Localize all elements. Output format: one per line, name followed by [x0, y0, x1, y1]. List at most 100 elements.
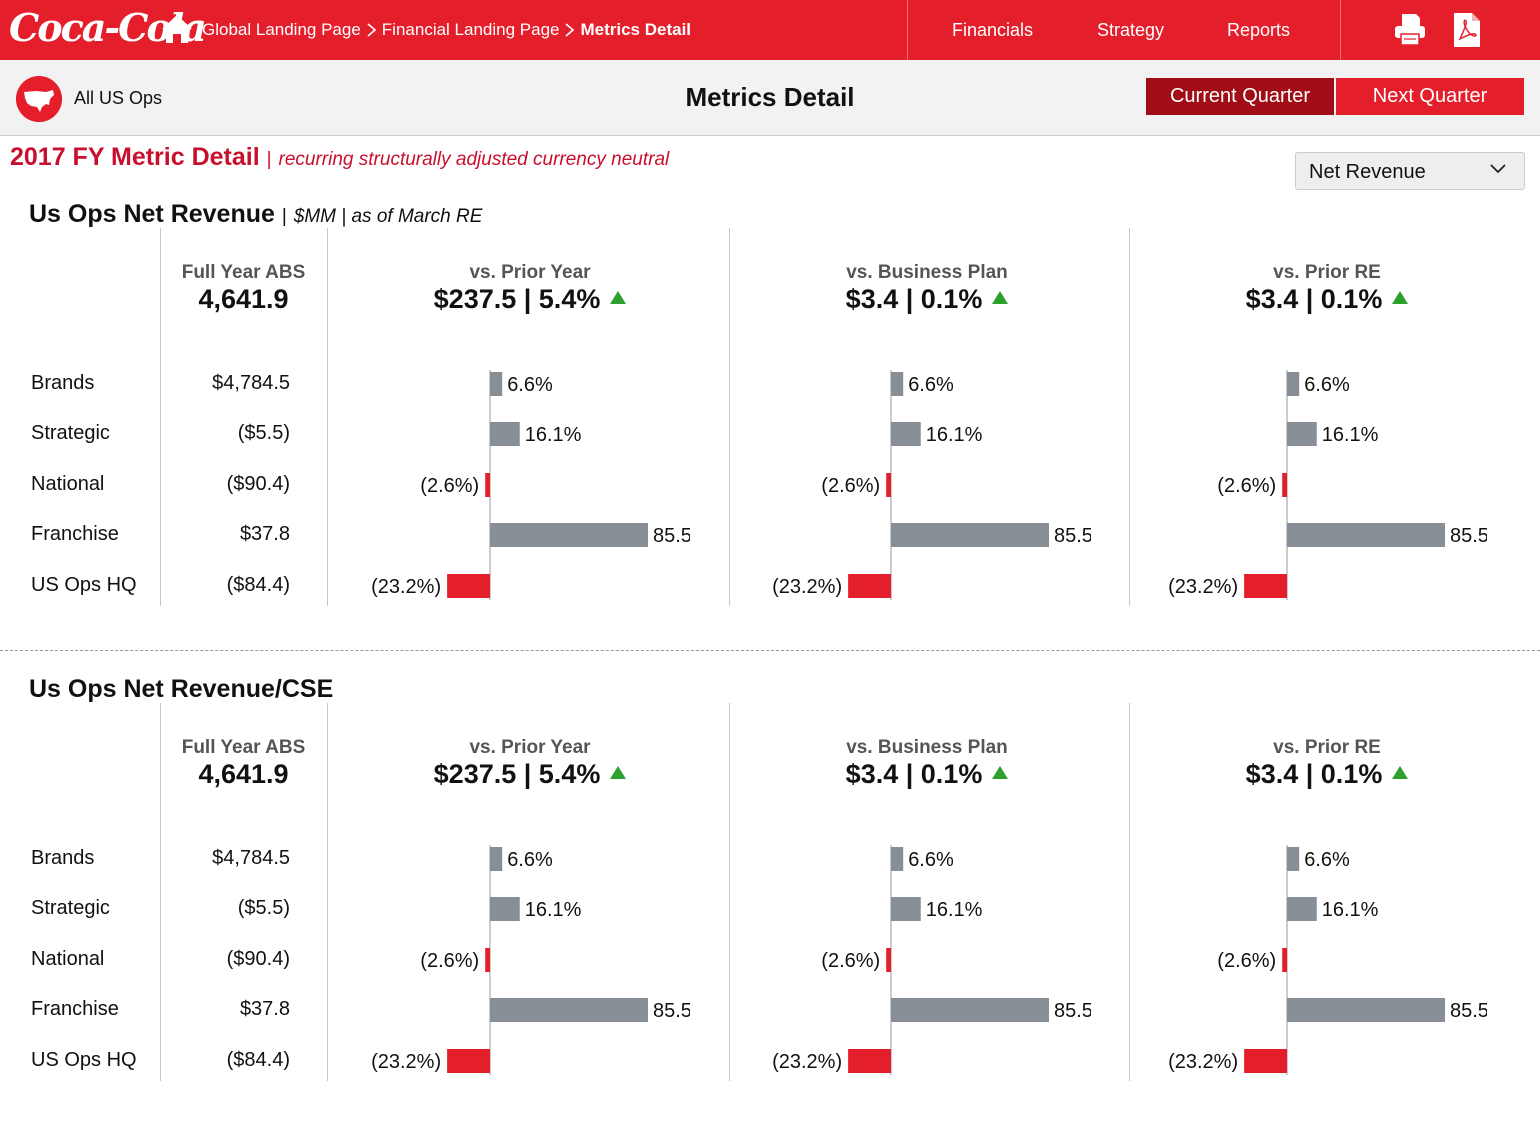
row-label: National	[31, 948, 105, 970]
metric-select-value: Net Revenue	[1309, 161, 1426, 183]
chart-data-label: (2.6%)	[420, 950, 479, 972]
chart-data-label: (23.2%)	[1168, 576, 1238, 598]
breadcrumb-financial-landing[interactable]: Financial Landing Page	[382, 0, 560, 60]
breadcrumb-metrics-detail: Metrics Detail	[580, 20, 692, 39]
chart-data-label: 85.5%	[1450, 525, 1487, 547]
chart-data-label: (23.2%)	[772, 1051, 842, 1073]
chart-data-label: (23.2%)	[772, 576, 842, 598]
row-value: ($5.5)	[237, 897, 290, 919]
home-icon[interactable]	[160, 12, 194, 46]
chart-bar-us-ops-hq	[848, 574, 891, 598]
panel-subtitle: $MM | as of March RE	[293, 206, 483, 227]
comparison-value: $3.4 | 0.1%	[777, 759, 1077, 790]
panel-title: Us Ops Net Revenue/CSE	[29, 675, 333, 704]
variance-bar-chart: 6.6% 16.1% (2.6%) 85.5% (23.2%)	[1168, 845, 1487, 1075]
chart-bar-brands	[891, 372, 904, 396]
trend-up-icon	[610, 291, 627, 304]
chart-bar-brands	[1287, 372, 1300, 396]
print-icon[interactable]	[1392, 12, 1428, 48]
comparison-value-text: $237.5 | 5.4%	[433, 284, 601, 314]
chart-bar-us-ops-hq	[848, 1049, 891, 1073]
row-label: Brands	[31, 372, 95, 394]
section-heading: 2017 FY Metric Detail | recurring struct…	[10, 143, 669, 172]
section-subtitle: recurring structurally adjusted currency…	[278, 149, 670, 170]
chart-data-label: 16.1%	[525, 899, 582, 921]
variance-bar-chart: 6.6% 16.1% (2.6%) 85.5% (23.2%)	[772, 845, 1091, 1075]
panel-title-text: Us Ops Net Revenue/CSE	[29, 675, 334, 703]
comparison-header: vs. Prior Year	[469, 737, 591, 758]
chart-bar-national	[485, 473, 490, 497]
chart-bar-brands	[1287, 847, 1300, 871]
chevron-down-icon	[1490, 164, 1506, 174]
chart-bar-us-ops-hq	[447, 1049, 490, 1073]
comparison-header: vs. Prior RE	[1273, 262, 1381, 283]
abs-header: Full Year ABS	[181, 262, 306, 283]
comparison-value-text: $3.4 | 0.1%	[1245, 759, 1383, 789]
chart-data-label: 85.5%	[653, 525, 690, 547]
section-separator: |	[266, 149, 272, 170]
chart-data-label: 16.1%	[1322, 424, 1379, 446]
top-nav-bar: Coca-Cola Global Landing Page Financial …	[0, 0, 1540, 60]
chart-bar-us-ops-hq	[447, 574, 490, 598]
chart-bar-us-ops-hq	[1244, 1049, 1287, 1073]
trend-up-icon	[1392, 291, 1409, 304]
chart-data-label: (23.2%)	[371, 1051, 441, 1073]
chart-bar-franchise	[1287, 998, 1445, 1022]
chart-data-label: (2.6%)	[821, 475, 880, 497]
row-label: Franchise	[31, 998, 119, 1020]
row-label: US Ops HQ	[31, 574, 137, 596]
breadcrumb: Global Landing Page Financial Landing Pa…	[202, 0, 691, 60]
chart-data-label: 6.6%	[908, 849, 954, 871]
abs-header: Full Year ABS	[181, 737, 306, 758]
chart-data-label: 16.1%	[525, 424, 582, 446]
current-quarter-button[interactable]: Current Quarter	[1146, 78, 1334, 115]
panel-title-text: Us Ops Net Revenue	[29, 200, 275, 228]
nav-financials[interactable]: Financials	[952, 0, 1033, 60]
variance-bar-chart: 6.6% 16.1% (2.6%) 85.5% (23.2%)	[371, 845, 690, 1075]
chart-data-label: (2.6%)	[821, 950, 880, 972]
chart-data-label: 85.5%	[1450, 1000, 1487, 1022]
chart-data-label: 16.1%	[926, 899, 983, 921]
comparison-header: vs. Prior RE	[1273, 737, 1381, 758]
row-value: $37.8	[239, 998, 290, 1020]
row-value: ($84.4)	[226, 1049, 290, 1071]
chart-data-label: 6.6%	[507, 849, 553, 871]
row-label: US Ops HQ	[31, 1049, 137, 1071]
chart-bar-strategic	[1287, 422, 1317, 446]
section-title: 2017 FY Metric Detail	[10, 143, 260, 171]
chart-data-label: 16.1%	[1322, 899, 1379, 921]
comparison-header: vs. Business Plan	[846, 737, 1008, 758]
nav-strategy[interactable]: Strategy	[1097, 0, 1164, 60]
metric-panel: Us Ops Net Revenue/CSE Full Year ABS 4,64…	[0, 675, 1540, 1135]
nav-divider	[1340, 0, 1341, 60]
variance-bar-chart: 6.6% 16.1% (2.6%) 85.5% (23.2%)	[371, 370, 690, 600]
next-quarter-button[interactable]: Next Quarter	[1336, 78, 1524, 115]
nav-reports[interactable]: Reports	[1227, 0, 1290, 60]
panel-title-separator: |	[281, 206, 287, 227]
abs-value: 4,641.9	[198, 759, 289, 789]
chevron-right-icon	[565, 23, 575, 37]
row-value: $4,784.5	[212, 847, 290, 869]
chart-data-label: 6.6%	[908, 374, 954, 396]
metric-panel: Us Ops Net Revenue | $MM | as of March R…	[0, 200, 1540, 660]
comparison-value: $237.5 | 5.4%	[380, 759, 680, 790]
chart-bar-us-ops-hq	[1244, 574, 1287, 598]
pdf-icon[interactable]	[1452, 12, 1482, 48]
comparison-header: vs. Business Plan	[846, 262, 1008, 283]
comparison-value: $3.4 | 0.1%	[1177, 284, 1477, 315]
chart-data-label: 85.5%	[1054, 525, 1091, 547]
comparison-header: vs. Prior Year	[469, 262, 591, 283]
comparison-value-text: $3.4 | 0.1%	[1245, 284, 1383, 314]
breadcrumb-global-landing[interactable]: Global Landing Page	[202, 0, 361, 60]
chart-bar-strategic	[891, 422, 921, 446]
chart-bar-national	[886, 473, 891, 497]
chart-data-label: (2.6%)	[1217, 950, 1276, 972]
chart-data-label: 85.5%	[653, 1000, 690, 1022]
chart-bar-franchise	[1287, 523, 1445, 547]
metric-select[interactable]: Net Revenue	[1295, 152, 1525, 190]
chart-bar-strategic	[490, 422, 520, 446]
chart-bar-strategic	[891, 897, 921, 921]
chart-bar-national	[886, 948, 891, 972]
nav-divider	[907, 0, 908, 60]
comparison-value: $3.4 | 0.1%	[777, 284, 1077, 315]
